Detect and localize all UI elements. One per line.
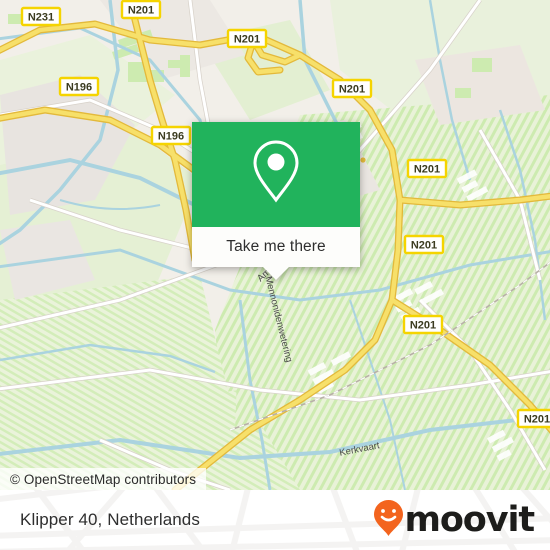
location-title: Klipper 40, Netherlands xyxy=(20,510,200,529)
route-shield: N201 xyxy=(120,0,162,20)
take-me-there-label: Take me there xyxy=(226,238,326,255)
route-shield: N231 xyxy=(20,6,62,27)
moovit-logo[interactable]: moovit xyxy=(372,490,535,550)
route-shield: N196 xyxy=(58,76,100,97)
route-shield-label: N231 xyxy=(28,12,54,24)
route-shield-label: N201 xyxy=(234,34,260,46)
route-shield-label: N201 xyxy=(524,414,550,426)
popup-image-area xyxy=(192,122,360,227)
route-shield: N201 xyxy=(403,234,445,255)
map-attribution-text: © OpenStreetMap contributors xyxy=(10,471,197,487)
route-shield: N201 xyxy=(516,408,550,429)
popup-tail xyxy=(263,267,289,280)
route-shield: N201 xyxy=(226,28,268,49)
map-page: Amstel Dr Mennonidenwetering Kerkvaart N… xyxy=(0,0,550,550)
route-shield: N201 xyxy=(406,158,448,179)
route-shield-label: N201 xyxy=(414,164,440,176)
map-pin-icon xyxy=(248,137,304,212)
take-me-there-button[interactable]: Take me there xyxy=(192,227,360,280)
route-shield-label: N196 xyxy=(158,131,184,143)
location-popup-card[interactable]: Take me there xyxy=(192,122,360,280)
moovit-pin-smile-icon xyxy=(372,498,405,543)
route-shield: N201 xyxy=(331,78,373,99)
route-shield-label: N201 xyxy=(339,84,365,96)
route-shield-label: N201 xyxy=(128,5,154,17)
footer-bar: Klipper 40, Netherlands moovit xyxy=(0,490,550,550)
route-shield-label: N201 xyxy=(411,240,437,252)
moovit-wordmark: moovit xyxy=(404,499,535,540)
map-attribution[interactable]: © OpenStreetMap contributors xyxy=(0,468,207,490)
route-shield-label: N201 xyxy=(410,320,436,332)
route-shield: N196 xyxy=(150,125,192,146)
route-shield: N201 xyxy=(402,314,444,335)
route-shield-label: N196 xyxy=(66,82,92,94)
